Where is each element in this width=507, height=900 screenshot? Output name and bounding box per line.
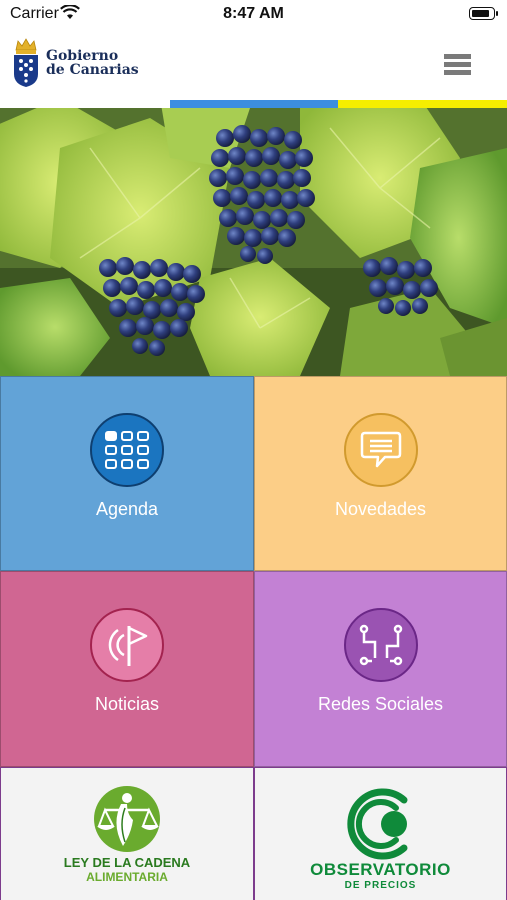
speech-bubble-icon bbox=[343, 413, 418, 487]
banner-ley-cadena-alimentaria[interactable]: LEY DE LA CADENA ALIMENTARIA bbox=[0, 767, 254, 900]
tile-label-novedades: Novedades bbox=[334, 499, 427, 519]
banner-ley-text: LEY DE LA CADENA ALIMENTARIA bbox=[63, 855, 191, 885]
network-icon bbox=[343, 608, 418, 682]
flag-broadcast-icon bbox=[90, 608, 164, 682]
logo-text: Gobierno de Canarias bbox=[46, 48, 139, 78]
app-header: Gobierno de Canarias bbox=[0, 30, 507, 100]
hero-image-grapes bbox=[0, 108, 507, 376]
gobierno-canarias-logo[interactable]: Gobierno de Canarias bbox=[12, 38, 139, 88]
tile-label-redes-sociales: Redes Sociales bbox=[317, 694, 444, 714]
battery-icon bbox=[469, 7, 498, 20]
tile-label-noticias: Noticias bbox=[94, 694, 160, 714]
banner-observatorio-text: OBSERVATORIO DE PRECIOS bbox=[310, 860, 451, 891]
banner-observatorio-precios[interactable]: OBSERVATORIO DE PRECIOS bbox=[254, 767, 507, 900]
clock: 8:47 AM bbox=[223, 5, 284, 22]
tile-agenda[interactable]: Agenda bbox=[0, 376, 254, 571]
observatorio-logo-icon bbox=[346, 788, 407, 860]
tile-label-agenda: Agenda bbox=[95, 499, 159, 519]
hamburger-menu-button[interactable] bbox=[444, 54, 471, 81]
tile-novedades[interactable]: Novedades bbox=[254, 376, 507, 571]
stripe-yellow bbox=[338, 100, 507, 108]
tile-redes-sociales[interactable]: Redes Sociales bbox=[254, 571, 507, 767]
stripe-blue bbox=[170, 100, 338, 108]
scales-of-justice-icon bbox=[94, 786, 160, 852]
tile-noticias[interactable]: Noticias bbox=[0, 571, 254, 767]
calendar-grid-icon bbox=[90, 413, 164, 487]
tile-grid: Agenda Novedades Noticias Redes Sociales… bbox=[0, 376, 507, 900]
coat-of-arms-icon bbox=[14, 38, 38, 87]
status-bar: Carrier 8:47 AM bbox=[0, 0, 507, 30]
